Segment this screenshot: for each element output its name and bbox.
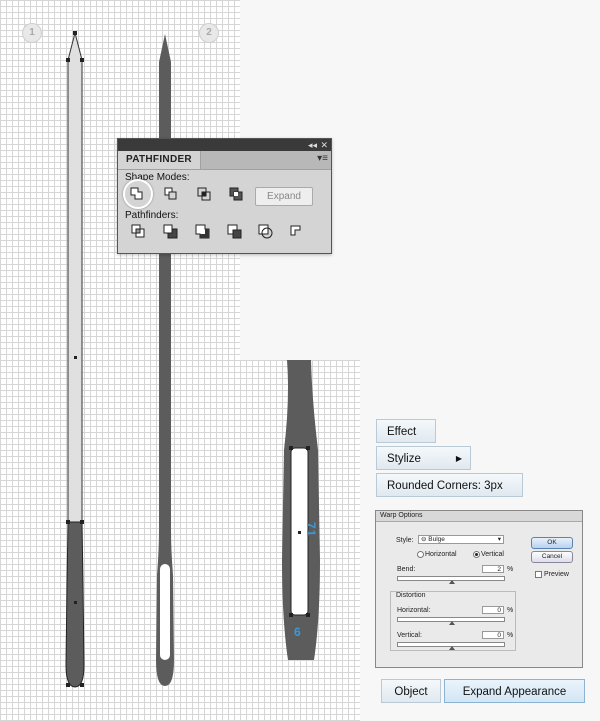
distortion-label: Distortion (395, 592, 427, 599)
vertical-distortion-label: Vertical: (397, 632, 422, 639)
step-badge-1: 1 (22, 23, 42, 43)
needle-step1 (65, 31, 85, 688)
ok-button[interactable]: OK (531, 537, 573, 549)
needle-eye-zoom (282, 360, 320, 660)
bend-label: Bend: (397, 566, 416, 573)
panel-menu-icon[interactable]: ▾≡ (317, 153, 328, 164)
outline-icon[interactable] (258, 224, 274, 240)
height-measurement: 71 (304, 522, 318, 538)
close-icon[interactable]: ✕ (320, 139, 328, 151)
bulge-icon: ⊖ (421, 536, 427, 543)
panel-tab-row: PATHFINDER ▾≡ (118, 151, 331, 170)
unite-icon[interactable] (129, 186, 145, 202)
collapse-icon[interactable]: ◂◂ (308, 139, 317, 151)
submenu-arrow-icon: ▶ (455, 454, 462, 463)
horizontal-distortion-label: Horizontal: (397, 607, 431, 614)
artboard-grid-left (0, 0, 240, 721)
style-select[interactable]: ⊖ Bulge ▾ (418, 535, 504, 544)
horizontal-radio-label: Horizontal (425, 551, 457, 558)
minus-front-icon[interactable] (163, 186, 179, 202)
warp-dialog-title: Warp Options (376, 511, 582, 522)
expand-button[interactable]: Expand (255, 187, 313, 206)
needle-step1-body (67, 31, 83, 523)
width-measurement: 6 (294, 625, 301, 639)
menu-rounded-corners[interactable]: Rounded Corners: 3px (376, 473, 523, 497)
intersect-icon[interactable] (196, 186, 212, 202)
needle-step2 (156, 34, 174, 686)
needle-step1-eye-section (65, 521, 85, 688)
exclude-icon[interactable] (228, 186, 244, 202)
vertical-radio[interactable] (473, 551, 480, 558)
horizontal-radio[interactable] (417, 551, 424, 558)
horizontal-distortion-percent: % (507, 607, 514, 614)
pathfinders-label: Pathfinders: (125, 210, 179, 221)
style-select-value: Bulge (428, 536, 445, 543)
vertical-distortion-input[interactable]: 0 (482, 631, 504, 639)
chevron-down-icon: ▾ (497, 536, 501, 543)
vertical-radio-label: Vertical (481, 551, 504, 558)
preview-checkbox[interactable] (535, 571, 542, 578)
merge-icon[interactable] (195, 224, 211, 240)
bend-percent: % (507, 566, 514, 573)
panel-titlebar[interactable]: ◂◂ ✕ (118, 139, 331, 151)
menu-stylize-label: Stylize (387, 453, 421, 465)
preview-label: Preview (544, 571, 569, 578)
step-badge-2: 2 (199, 23, 219, 43)
horizontal-distortion-input[interactable]: 0 (482, 606, 504, 614)
warp-options-dialog: Warp Options Style: ⊖ Bulge ▾ Horizontal… (375, 510, 583, 668)
bend-input[interactable]: 2 (482, 565, 504, 573)
menu-effect[interactable]: Effect (376, 419, 436, 443)
menu-object[interactable]: Object (381, 679, 441, 703)
pathfinder-panel: ◂◂ ✕ PATHFINDER ▾≡ Shape Modes: Expand P… (117, 138, 332, 254)
cancel-button[interactable]: Cancel (531, 551, 573, 563)
horizontal-slider-thumb[interactable] (449, 621, 455, 625)
bend-slider-thumb[interactable] (449, 580, 455, 584)
menu-stylize[interactable]: Stylize ▶ (376, 446, 471, 470)
tab-pathfinder[interactable]: PATHFINDER (118, 151, 201, 169)
vertical-slider-thumb[interactable] (449, 646, 455, 650)
divide-icon[interactable] (131, 224, 147, 240)
vertical-distortion-percent: % (507, 632, 514, 639)
menu-expand-appearance[interactable]: Expand Appearance (444, 679, 585, 703)
trim-icon[interactable] (163, 224, 179, 240)
crop-icon[interactable] (227, 224, 243, 240)
needle-step2-eye (160, 564, 170, 660)
style-label: Style: (396, 537, 414, 544)
minus-back-icon[interactable] (289, 224, 305, 240)
